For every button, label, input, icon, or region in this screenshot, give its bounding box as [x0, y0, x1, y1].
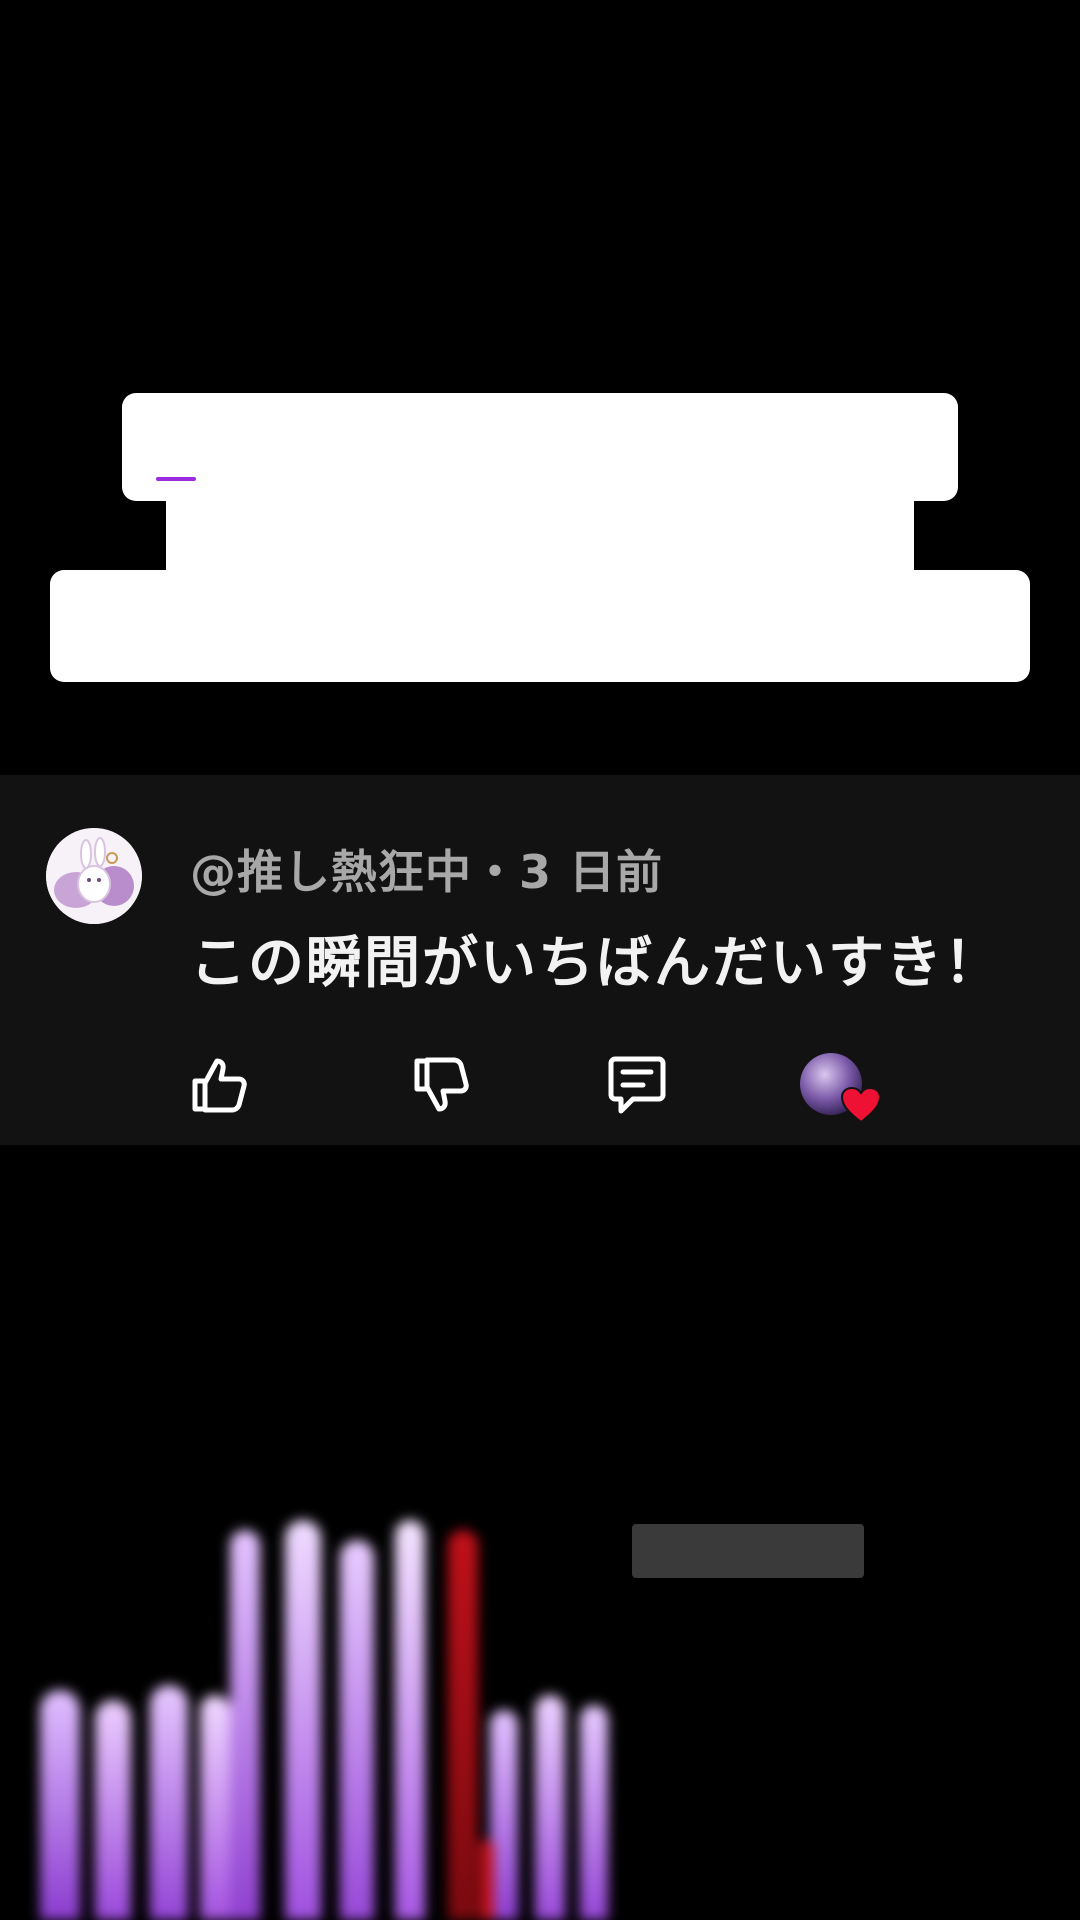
comment-author-meta[interactable]: @推し熱狂中・3 日前 — [190, 836, 663, 902]
caption-notch-right — [914, 510, 958, 570]
caption-notch-left — [122, 510, 166, 570]
caption-box-bottom — [50, 570, 1030, 682]
reply-comment-icon[interactable] — [602, 1050, 672, 1120]
creator-heart-icon — [840, 1086, 882, 1124]
blurred-video-content — [40, 1520, 740, 1920]
video-overlay-chip — [632, 1524, 864, 1578]
thumbs-down-icon[interactable] — [406, 1050, 476, 1120]
caption-box-top — [122, 393, 958, 501]
caption-box-middle — [166, 495, 914, 575]
video-screen: @推し熱狂中・3 日前 この瞬間がいちばんだいすき！ — [0, 0, 1080, 1920]
bunny-avatar-icon[interactable] — [46, 828, 142, 924]
thumbs-up-icon[interactable] — [184, 1050, 254, 1120]
text-caret — [156, 477, 196, 481]
comment-text: この瞬間がいちばんだいすき！ — [190, 931, 1002, 996]
